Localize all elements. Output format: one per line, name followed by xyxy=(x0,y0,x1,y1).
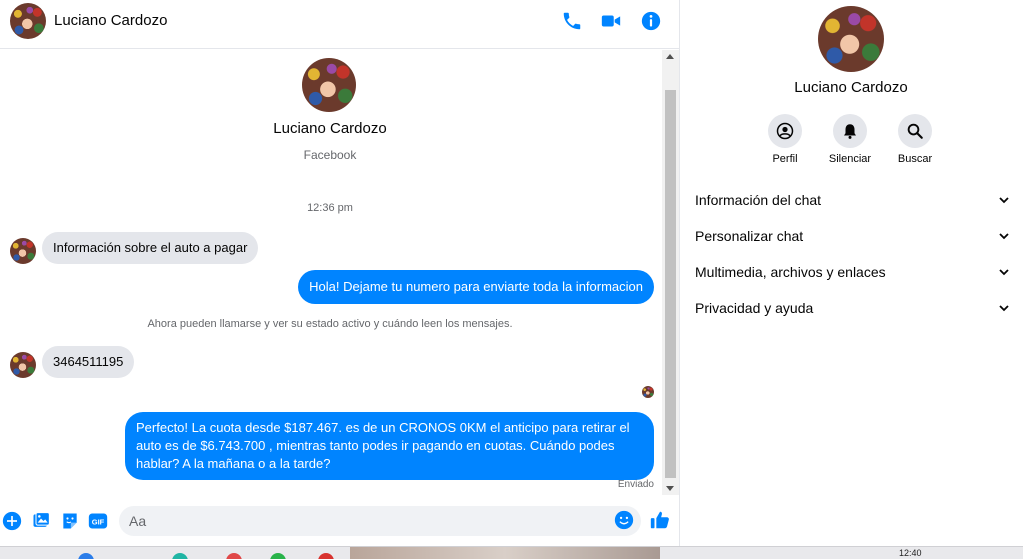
taskbar-clock: 12:40 xyxy=(899,548,922,558)
profile-avatar[interactable] xyxy=(302,58,356,112)
system-notice: Ahora pueden llamarse y ver su estado ac… xyxy=(147,318,513,330)
message-list: Luciano Cardozo Facebook 12:36 pm Inform… xyxy=(0,50,662,495)
plus-icon[interactable] xyxy=(2,511,22,531)
details-avatar[interactable] xyxy=(818,6,884,72)
chat-pane: Luciano Cardozo Luciano Cardozo Facebook… xyxy=(0,0,679,546)
details-name: Luciano Cardozo xyxy=(794,79,908,96)
sticker-icon[interactable] xyxy=(60,511,80,531)
chat-header: Luciano Cardozo xyxy=(0,0,679,49)
profile-source: Facebook xyxy=(303,148,357,162)
video-camera-icon[interactable] xyxy=(600,10,622,32)
profile-name: Luciano Cardozo xyxy=(273,120,387,137)
like-icon[interactable] xyxy=(649,509,671,531)
message-avatar[interactable] xyxy=(10,352,36,378)
phone-icon[interactable] xyxy=(561,10,583,32)
search-button[interactable]: Buscar xyxy=(883,114,947,165)
section-privacy-help[interactable]: Privacidad y ayuda xyxy=(695,294,1010,322)
chevron-down-icon xyxy=(999,233,1009,240)
message-avatar[interactable] xyxy=(10,238,36,264)
profile-label: Perfil xyxy=(772,153,798,165)
section-label: Personalizar chat xyxy=(695,228,804,244)
mute-label: Silenciar xyxy=(828,153,872,165)
taskbar-app-icon[interactable] xyxy=(172,553,188,559)
section-label: Multimedia, archivos y enlaces xyxy=(695,264,886,280)
scroll-down-arrow-icon[interactable] xyxy=(666,486,674,491)
search-icon xyxy=(907,123,923,139)
message-status: Enviado xyxy=(617,479,654,490)
bell-icon xyxy=(844,124,856,139)
section-chat-info[interactable]: Información del chat xyxy=(695,186,1010,214)
section-label: Información del chat xyxy=(695,192,822,208)
message-outgoing[interactable]: Hola! Dejame tu numero para enviarte tod… xyxy=(298,270,654,304)
message-input[interactable] xyxy=(129,511,609,531)
taskbar-app-icon[interactable] xyxy=(78,553,94,559)
gif-icon[interactable]: GIF xyxy=(88,511,108,531)
chevron-down-icon xyxy=(999,269,1009,276)
time-separator: 12:36 pm xyxy=(307,202,353,214)
emoji-icon[interactable] xyxy=(614,510,634,530)
taskbar-thumbnail xyxy=(350,547,660,559)
chevron-down-icon xyxy=(999,305,1009,312)
contact-name[interactable]: Luciano Cardozo xyxy=(54,12,167,29)
message-incoming[interactable]: 3464511195 xyxy=(42,346,135,378)
image-icon[interactable] xyxy=(31,511,51,531)
section-media-files-links[interactable]: Multimedia, archivos y enlaces xyxy=(695,258,1010,286)
gif-label: GIF xyxy=(92,517,105,526)
taskbar-app-icon[interactable] xyxy=(318,553,334,559)
message-incoming[interactable]: Información sobre el auto a pagar xyxy=(42,232,259,264)
conversation-details-panel: Luciano Cardozo Perfil Silenciar Buscar … xyxy=(679,0,1023,546)
profile-button[interactable]: Perfil xyxy=(753,114,817,165)
section-label: Privacidad y ayuda xyxy=(695,300,814,316)
scroll-up-arrow-icon[interactable] xyxy=(666,54,674,59)
message-outgoing[interactable]: Perfecto! La cuota desde $187.467. es de… xyxy=(125,412,654,480)
taskbar-app-icon[interactable] xyxy=(270,553,286,559)
info-icon[interactable] xyxy=(640,10,662,32)
profile-icon xyxy=(776,122,794,140)
message-input-container[interactable] xyxy=(119,506,641,536)
seen-indicator-avatar xyxy=(642,386,654,398)
scrollbar-thumb[interactable] xyxy=(665,90,676,478)
section-customize-chat[interactable]: Personalizar chat xyxy=(695,222,1010,250)
taskbar-app-icon[interactable] xyxy=(226,553,242,559)
contact-avatar[interactable] xyxy=(10,3,46,39)
chevron-down-icon xyxy=(999,197,1009,204)
composer: GIF xyxy=(0,500,679,546)
taskbar: 12:40 xyxy=(0,546,1023,559)
search-label: Buscar xyxy=(897,153,933,165)
scrollbar[interactable] xyxy=(662,50,679,495)
mute-button[interactable]: Silenciar xyxy=(818,114,882,165)
